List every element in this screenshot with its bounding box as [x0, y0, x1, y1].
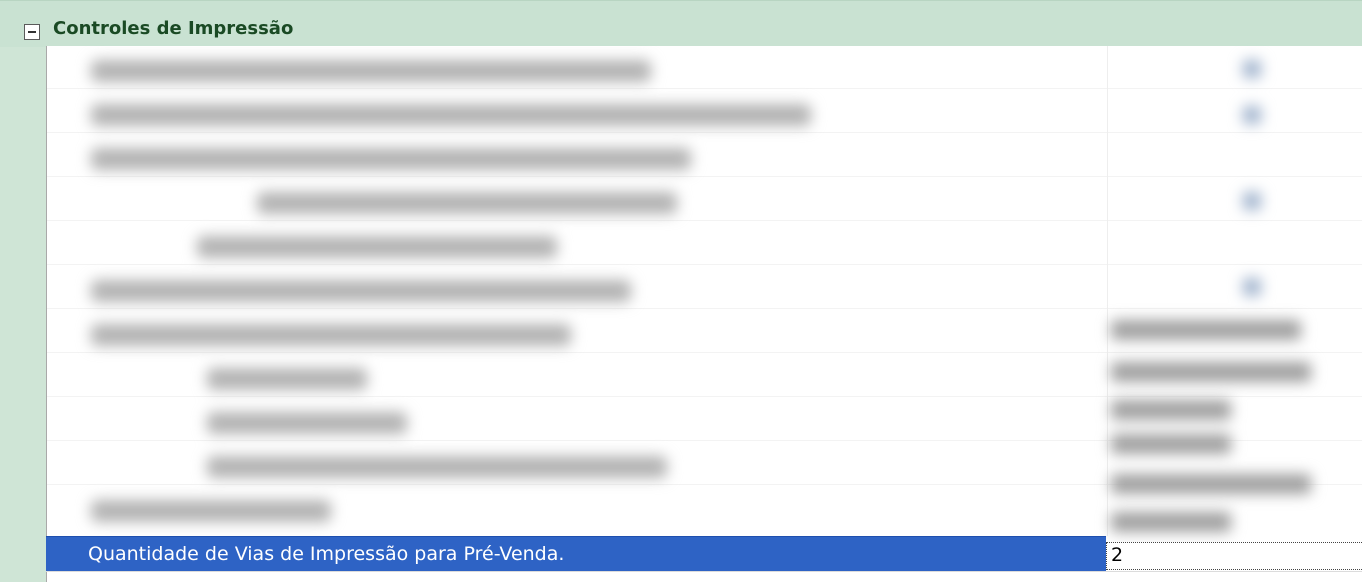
- redacted-label: [207, 368, 367, 390]
- redacted-value: [1111, 474, 1311, 494]
- redacted-value: [1111, 434, 1231, 454]
- redacted-label: [91, 280, 631, 302]
- section-title: Controles de Impressão: [53, 18, 294, 39]
- redacted-value: [1111, 512, 1231, 532]
- redacted-label: [197, 236, 557, 258]
- redacted-value: [1111, 400, 1231, 420]
- redacted-rows: [47, 46, 1362, 536]
- redacted-checkbox: [1243, 192, 1261, 210]
- setting-value-field[interactable]: 2: [1106, 542, 1362, 570]
- redacted-value: [1111, 362, 1311, 382]
- redacted-label: [91, 148, 691, 170]
- redacted-label: [257, 192, 677, 214]
- setting-label: Quantidade de Vias de Impressão para Pré…: [88, 543, 565, 565]
- setting-value: 2: [1111, 544, 1124, 566]
- redacted-label: [91, 500, 331, 522]
- redacted-label: [207, 456, 667, 478]
- collapse-icon[interactable]: [24, 24, 40, 40]
- redacted-checkbox: [1243, 60, 1261, 78]
- redacted-label: [207, 412, 407, 434]
- redacted-label: [91, 60, 651, 82]
- property-grid: [46, 46, 1362, 582]
- redacted-checkbox: [1243, 106, 1261, 124]
- redacted-label: [91, 104, 811, 126]
- grid-bottom-border: [46, 571, 1362, 572]
- section-header: Controles de Impressão: [0, 0, 1362, 47]
- redacted-checkbox: [1243, 278, 1261, 296]
- selected-setting-row[interactable]: Quantidade de Vias de Impressão para Pré…: [46, 536, 1106, 572]
- redacted-label: [91, 324, 571, 346]
- redacted-value: [1111, 320, 1301, 340]
